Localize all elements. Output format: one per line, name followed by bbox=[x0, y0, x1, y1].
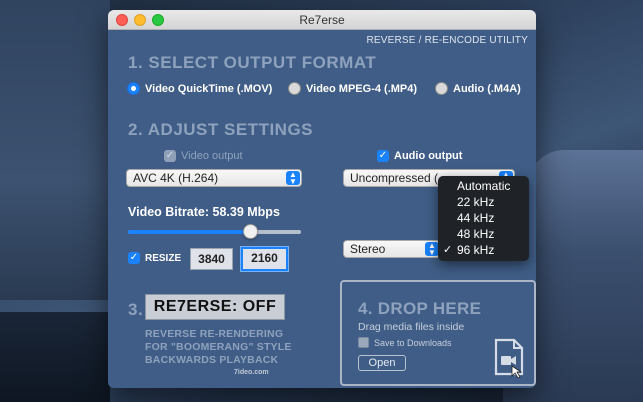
audio-codec-value: Uncompressed ( bbox=[350, 171, 439, 185]
checkmark-icon: ✓ bbox=[128, 252, 140, 264]
updown-arrows-icon: ▲▼ bbox=[425, 242, 439, 257]
reverse-toggle-button[interactable]: RE7ERSE: OFF bbox=[145, 294, 285, 320]
audio-output-checkbox[interactable]: ✓ Audio output bbox=[377, 150, 462, 162]
utility-subtitle: REVERSE / RE-ENCODE UTILITY bbox=[366, 35, 528, 46]
section-2-title: 2. ADJUST SETTINGS bbox=[128, 120, 314, 139]
channels-popup[interactable]: Stereo ▲ ▼ bbox=[343, 240, 441, 258]
checkmark-icon: ✓ bbox=[443, 244, 453, 256]
drop-title: 4. DROP HERE bbox=[358, 299, 482, 318]
video-codec-popup[interactable]: AVC 4K (H.264) ▲ ▼ bbox=[126, 169, 302, 187]
menu-item-label: 96 kHz bbox=[457, 243, 495, 257]
resize-checkbox[interactable]: ✓ RESIZE bbox=[128, 252, 181, 264]
video-output-checkbox[interactable]: ✓ Video output bbox=[164, 150, 243, 162]
menu-item-label: 48 kHz bbox=[457, 227, 495, 241]
save-to-downloads-label: Save to Downloads bbox=[374, 337, 452, 348]
radio-m4a-label: Audio (.M4A) bbox=[453, 82, 521, 95]
open-button[interactable]: Open bbox=[358, 355, 406, 371]
reverse-description: REVERSE RE-RENDERING FOR "BOOMERANG" STY… bbox=[145, 328, 292, 367]
menu-item-label: Automatic bbox=[457, 179, 511, 193]
menu-item-44khz[interactable]: 44 kHz bbox=[438, 210, 529, 226]
resize-label: RESIZE bbox=[145, 252, 182, 264]
description-line: FOR "BOOMERANG" STYLE bbox=[145, 341, 292, 353]
desktop-background-left bbox=[0, 0, 110, 300]
menu-item-label: 44 kHz bbox=[457, 211, 495, 225]
slider-thumb[interactable] bbox=[243, 224, 258, 239]
video-output-label: Video output bbox=[181, 150, 243, 162]
description-line: REVERSE RE-RENDERING bbox=[145, 328, 284, 340]
bitrate-label: Video Bitrate: 58.39 Mbps bbox=[128, 205, 280, 219]
description-line: BACKWARDS PLAYBACK bbox=[145, 354, 279, 366]
drop-subtitle: Drag media files inside bbox=[358, 321, 465, 333]
checkmark-icon: ✓ bbox=[164, 150, 176, 162]
width-field[interactable]: 3840 bbox=[190, 248, 233, 270]
height-field[interactable]: 2160 bbox=[241, 247, 288, 271]
window-title: Re7erse bbox=[299, 13, 345, 27]
video-codec-value: AVC 4K (H.264) bbox=[133, 171, 219, 185]
checkmark-icon: ✓ bbox=[377, 150, 389, 162]
channels-value: Stereo bbox=[350, 242, 386, 256]
drop-zone[interactable]: 4. DROP HERE Drag media files inside Sav… bbox=[340, 280, 536, 386]
menu-item-48khz[interactable]: 48 kHz bbox=[438, 226, 529, 242]
radio-mov[interactable]: Video QuickTime (.MOV) bbox=[127, 82, 272, 95]
credit-link[interactable]: 7ideo.com bbox=[234, 369, 269, 376]
radio-button[interactable] bbox=[288, 82, 301, 95]
radio-m4a[interactable]: Audio (.M4A) bbox=[435, 82, 521, 95]
updown-arrows-icon: ▲▼ bbox=[286, 171, 300, 186]
audio-output-label: Audio output bbox=[394, 150, 463, 162]
radio-mp4-label: Video MPEG-4 (.MP4) bbox=[306, 82, 418, 95]
save-to-downloads-checkbox[interactable]: Save to Downloads bbox=[358, 337, 452, 348]
titlebar: Re7erse bbox=[108, 10, 536, 30]
section-1-title: 1. SELECT OUTPUT FORMAT bbox=[128, 53, 377, 72]
bitrate-slider[interactable] bbox=[128, 224, 301, 239]
sample-rate-menu: Automatic 22 kHz 44 kHz 48 kHz ✓ 96 kHz bbox=[438, 176, 529, 261]
section-3-number: 3. bbox=[128, 300, 144, 319]
radio-button[interactable] bbox=[435, 82, 448, 95]
slider-fill bbox=[128, 230, 251, 234]
menu-item-automatic[interactable]: Automatic bbox=[438, 178, 529, 194]
radio-mp4[interactable]: Video MPEG-4 (.MP4) bbox=[288, 82, 417, 95]
unchecked-box[interactable] bbox=[358, 337, 369, 348]
menu-item-96khz[interactable]: ✓ 96 kHz bbox=[438, 242, 529, 258]
menu-item-label: 22 kHz bbox=[457, 195, 495, 209]
radio-button-selected[interactable] bbox=[127, 82, 140, 95]
menu-item-22khz[interactable]: 22 kHz bbox=[438, 194, 529, 210]
radio-mov-label: Video QuickTime (.MOV) bbox=[145, 82, 273, 95]
video-file-icon bbox=[492, 338, 528, 379]
desktop-background-shadow bbox=[0, 312, 110, 402]
